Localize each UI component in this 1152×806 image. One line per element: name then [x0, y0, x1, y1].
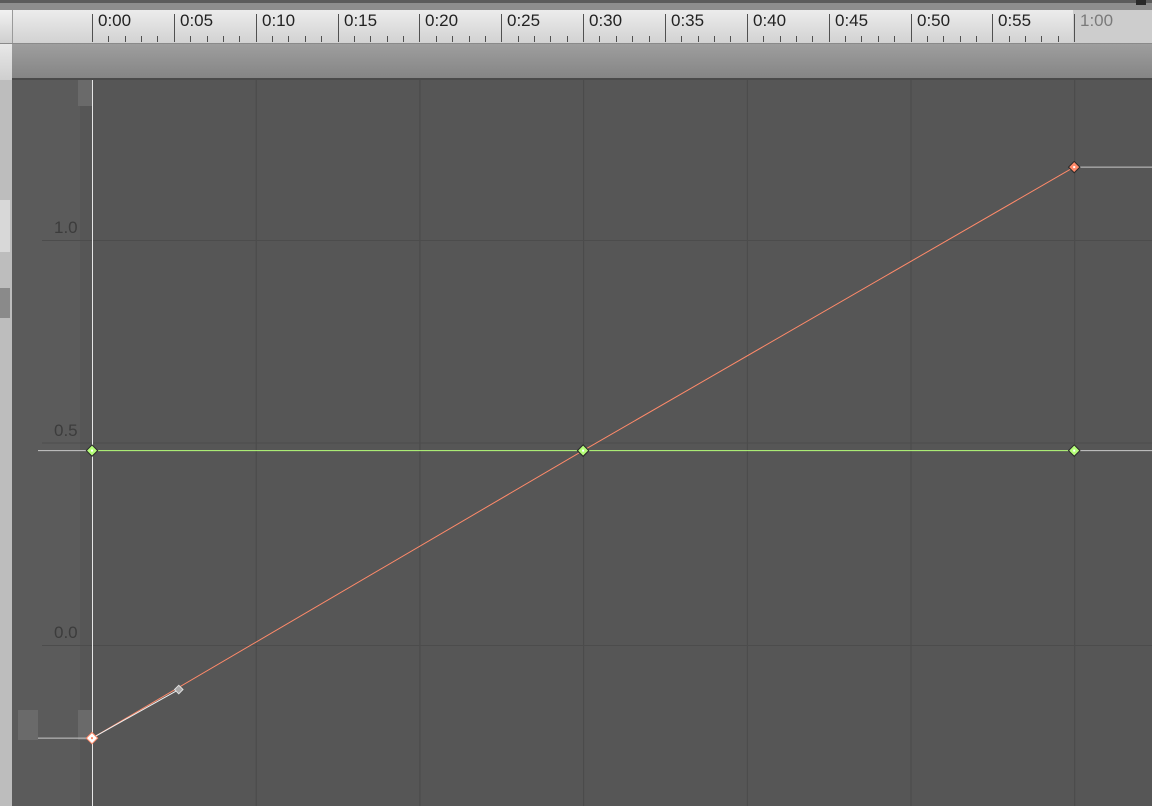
ruler-tick-label: 0:20: [425, 11, 459, 30]
keyframe-marker-center: [1073, 449, 1076, 452]
ruler-major-tick: [911, 14, 912, 42]
event-track[interactable]: [12, 44, 1152, 80]
value-axis-label: 0.0: [54, 623, 78, 642]
ruler-minor-tick: [1025, 36, 1026, 42]
ruler-minor-tick: [436, 36, 437, 42]
ruler-tick-label: 0:55: [998, 11, 1032, 30]
tangent-handle: [173, 684, 184, 695]
ruler-minor-tick: [649, 36, 650, 42]
ruler-minor-tick: [960, 36, 961, 42]
ruler-tick-label: 0:50: [917, 11, 951, 30]
curve-editor: 0:00 0:05 0:10 0:15 0:20 0:25 0:30 0:35 0:40 0:45…: [0, 0, 1152, 806]
ruler-minor-tick: [681, 36, 682, 42]
ruler-major-tick: [419, 14, 420, 42]
ruler-major-tick: [338, 14, 339, 42]
ruler-minor-tick: [1058, 36, 1059, 42]
ruler-minor-tick: [141, 36, 142, 42]
ruler-minor-tick: [714, 36, 715, 42]
ruler-minor-tick: [927, 36, 928, 42]
ruler-major-tick: [583, 14, 584, 42]
keyframe-marker-center: [91, 449, 93, 452]
keyframe-marker-center: [1073, 166, 1076, 169]
ruler-minor-tick: [518, 36, 519, 42]
ruler-tick-label: 0:25: [507, 11, 541, 30]
ruler-minor-tick: [190, 36, 191, 42]
ruler-tick-label: 0:05: [180, 11, 214, 30]
ruler-minor-tick: [108, 36, 109, 42]
ruler-tick-label: 1:00: [1080, 11, 1114, 30]
ruler-minor-tick: [894, 36, 895, 42]
ruler-major-tick: [747, 14, 748, 42]
range-marker-top: [78, 80, 92, 106]
ruler-minor-tick: [469, 36, 470, 42]
ruler-major-tick: [92, 14, 93, 42]
ruler-minor-tick: [763, 36, 764, 42]
window-top-edge: [0, 0, 1152, 3]
ruler-minor-tick: [272, 36, 273, 42]
curve-graph-canvas[interactable]: [12, 80, 1152, 806]
ruler-minor-tick: [796, 36, 797, 42]
ruler-minor-tick: [567, 36, 568, 42]
ruler-tick-label: 0:45: [835, 11, 869, 30]
ruler-minor-tick: [534, 36, 535, 42]
ruler-minor-tick: [125, 36, 126, 42]
ruler-minor-tick: [485, 36, 486, 42]
ruler-minor-tick: [861, 36, 862, 42]
ruler-major-tick: [829, 14, 830, 42]
ruler-minor-tick: [632, 36, 633, 42]
ruler-major-tick: [665, 14, 666, 42]
time-ruler[interactable]: [0, 10, 1152, 44]
ruler-minor-tick: [223, 36, 224, 42]
curve-graph-area[interactable]: [12, 80, 1152, 806]
ruler-minor-tick: [1009, 36, 1010, 42]
ruler-minor-tick: [370, 36, 371, 42]
keyframe-marker-center: [582, 449, 585, 452]
ruler-minor-tick: [976, 36, 977, 42]
ruler-minor-tick: [403, 36, 404, 42]
ruler-tick-label: 0:15: [344, 11, 378, 30]
ruler-minor-tick: [354, 36, 355, 42]
ruler-minor-tick: [943, 36, 944, 42]
ruler-major-tick: [256, 14, 257, 42]
ruler-left-button[interactable]: [0, 10, 13, 43]
ruler-minor-tick: [288, 36, 289, 42]
ruler-minor-tick: [878, 36, 879, 42]
ruler-minor-tick: [698, 36, 699, 42]
ruler-tick-label: 0:00: [98, 11, 132, 30]
ruler-minor-tick: [780, 36, 781, 42]
keyframe-marker-center: [91, 737, 93, 740]
ruler-tick-label: 0:35: [671, 11, 705, 30]
range-marker-left: [18, 710, 38, 740]
ruler-major-tick: [992, 14, 993, 42]
scrollbar-thumb[interactable]: [0, 288, 10, 318]
ruler-minor-tick: [599, 36, 600, 42]
ruler-minor-tick: [730, 36, 731, 42]
ruler-minor-tick: [157, 36, 158, 42]
ruler-minor-tick: [1041, 36, 1042, 42]
ruler-minor-tick: [239, 36, 240, 42]
ruler-minor-tick: [616, 36, 617, 42]
tangent-handle-line: [91, 689, 180, 739]
ruler-minor-tick: [321, 36, 322, 42]
ruler-minor-tick: [305, 36, 306, 42]
ruler-minor-tick: [812, 36, 813, 42]
ruler-major-tick: [174, 14, 175, 42]
window-corner-control[interactable]: [1136, 0, 1146, 5]
ruler-tick-label: 0:10: [262, 11, 296, 30]
value-axis-label: 0.5: [54, 421, 78, 440]
scrollbar-track-highlight: [0, 200, 10, 252]
ruler-major-tick: [501, 14, 502, 42]
value-axis-label: 1.0: [54, 218, 78, 237]
ruler-tick-label: 0:40: [753, 11, 787, 30]
ruler-minor-tick: [387, 36, 388, 42]
ruler-tick-label: 0:30: [589, 11, 623, 30]
ruler-major-tick: [1074, 14, 1075, 42]
ruler-minor-tick: [845, 36, 846, 42]
ruler-minor-tick: [207, 36, 208, 42]
ruler-minor-tick: [452, 36, 453, 42]
ruler-minor-tick: [550, 36, 551, 42]
